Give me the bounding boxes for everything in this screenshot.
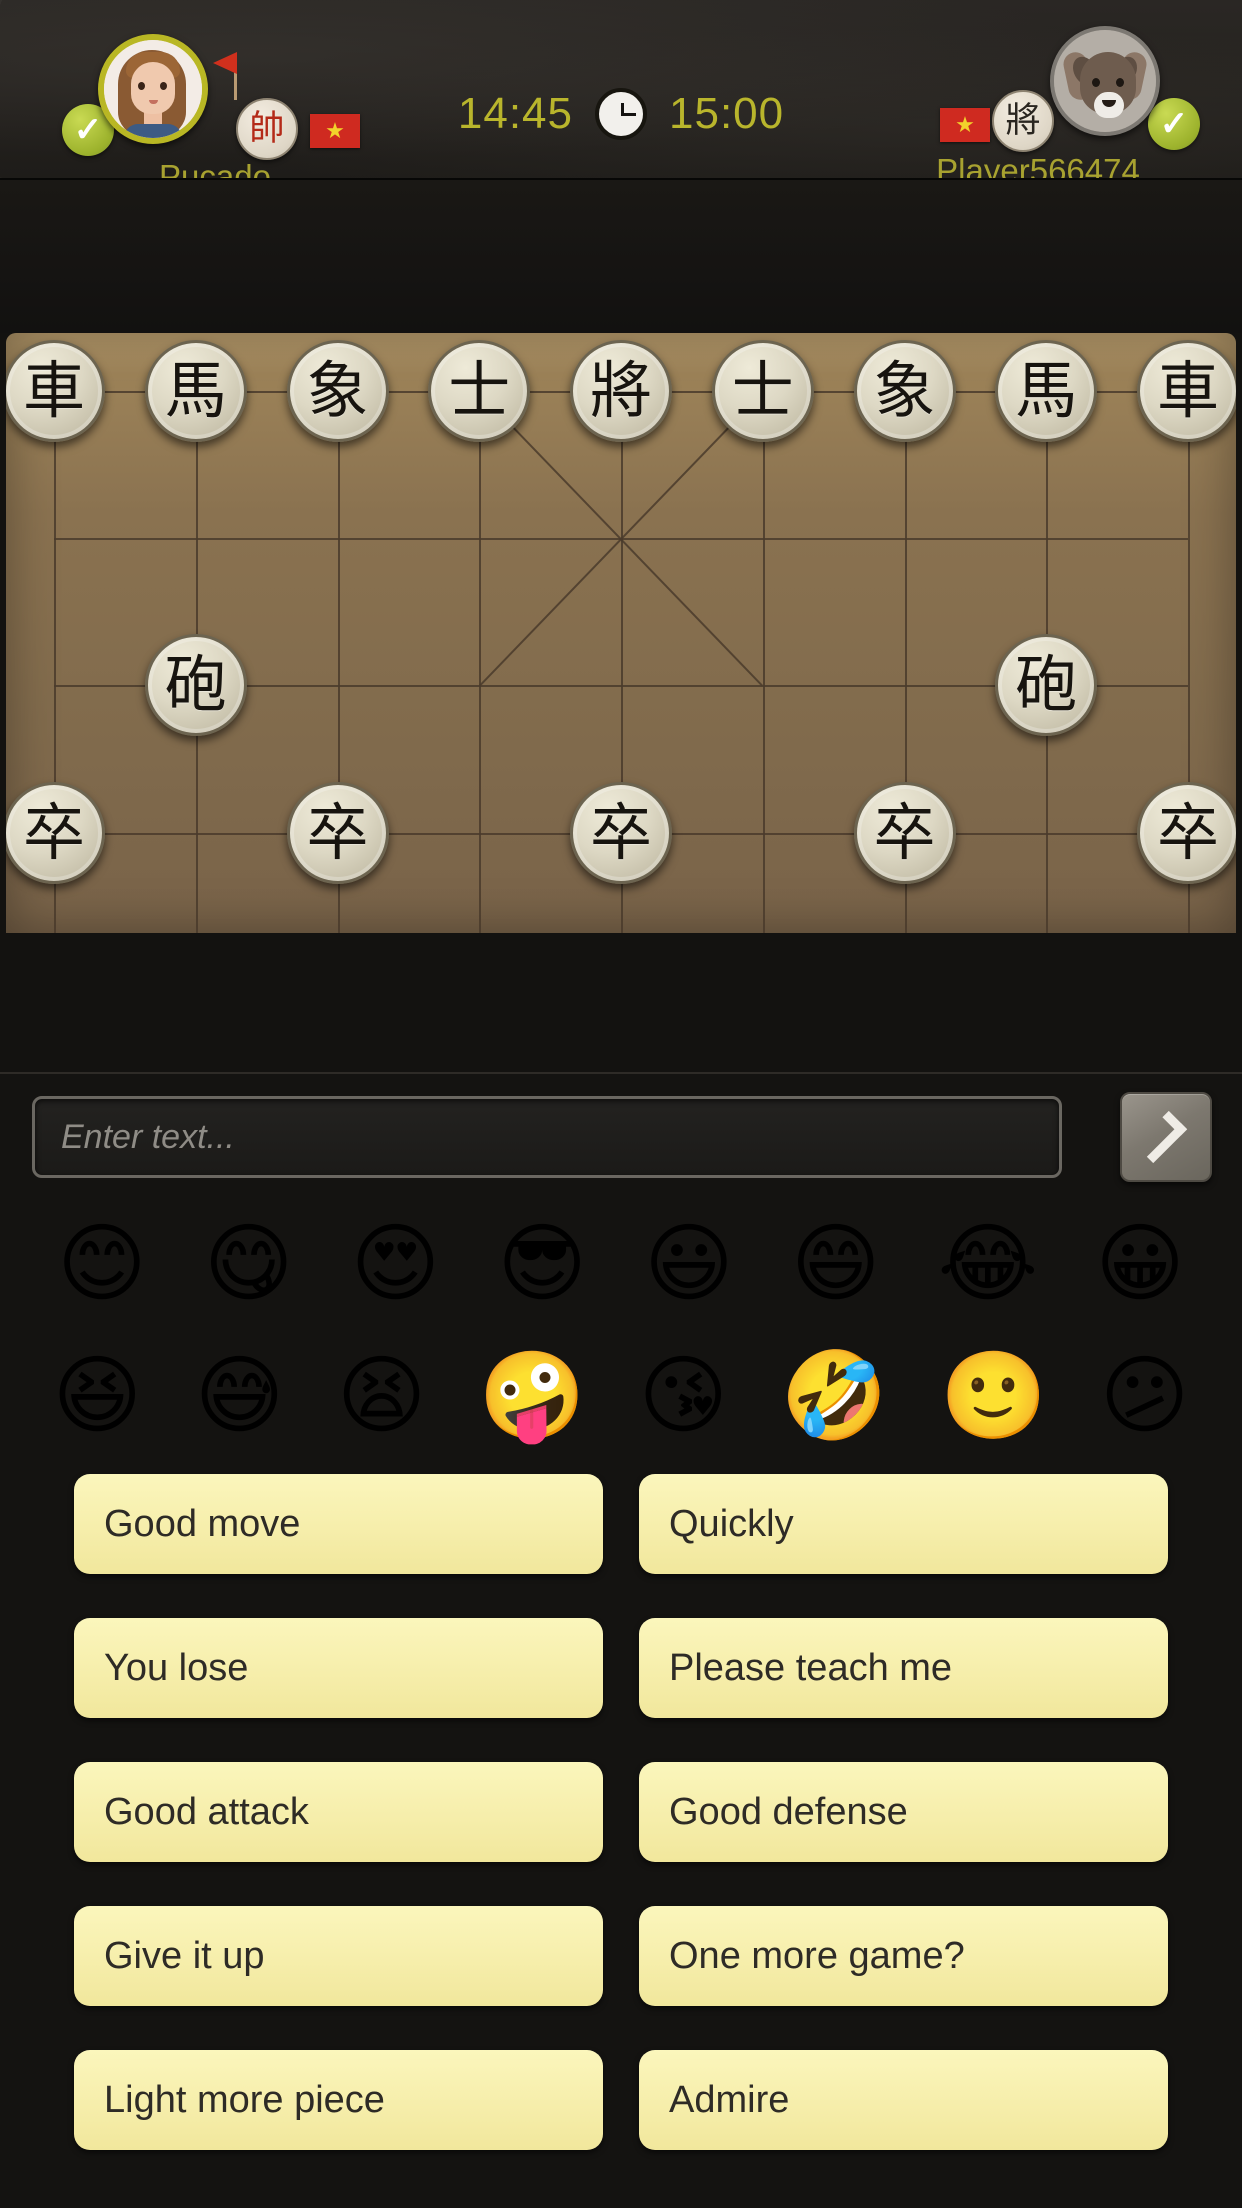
kissing-heart-emoji[interactable]: 😘 — [638, 1353, 728, 1439]
quick-phrase-button[interactable]: Good attack — [74, 1762, 603, 1862]
weary-emoji[interactable]: 😫 — [337, 1353, 427, 1439]
blush-emoji[interactable]: 😊 — [57, 1221, 147, 1307]
laughing-emoji[interactable]: 😆 — [52, 1353, 142, 1439]
quick-phrase-button[interactable]: Light more piece — [74, 2050, 603, 2150]
player-right-panel[interactable]: ✓ 將 ★ Player566474 — [862, 20, 1202, 178]
player-right-avatar[interactable] — [1050, 26, 1160, 136]
player-right-name: Player566474 — [936, 152, 1140, 180]
player-right-piece-badge: 將 — [992, 90, 1054, 152]
quick-phrase-button[interactable]: One more game? — [639, 1906, 1168, 2006]
chat-input-row: Enter text... — [0, 1092, 1242, 1196]
confused-emoji[interactable]: 😕 — [1100, 1353, 1190, 1439]
quick-phrase-button[interactable]: Please teach me — [639, 1618, 1168, 1718]
chevron-right-icon — [1134, 1110, 1188, 1164]
quick-phrase-button[interactable]: Quickly — [639, 1474, 1168, 1574]
zany-face-emoji[interactable]: 🤪 — [479, 1353, 586, 1439]
slight-smile-emoji[interactable]: 🙂 — [940, 1353, 1047, 1439]
sweat-smile-emoji[interactable]: 😅 — [195, 1353, 285, 1439]
quick-phrase-grid: Good move Quickly You lose Please teach me G… — [0, 1474, 1242, 2174]
chat-input-placeholder: Enter text... — [61, 1117, 235, 1156]
chat-input[interactable]: Enter text... — [32, 1096, 1062, 1178]
clock-right-time: 15:00 — [669, 89, 785, 138]
send-button[interactable] — [1120, 1092, 1212, 1182]
quick-phrase-button[interactable]: Good defense — [639, 1762, 1168, 1862]
emoji-row-1: 😊 😋 😍 😎 😃 😄 😂 😀 — [0, 1204, 1242, 1324]
joy-emoji[interactable]: 😂 — [938, 1221, 1039, 1307]
quick-phrase-button[interactable]: Admire — [639, 2050, 1168, 2150]
smile-emoji[interactable]: 😄 — [791, 1221, 881, 1307]
emoji-row-2: 😆 😅 😫 🤪 😘 🤣 🙂 😕 — [0, 1336, 1242, 1456]
top-status-bar: ✓ 帥 ★ Pucado 14:45 15:00 ✓ 將 ★ Player566… — [0, 0, 1242, 180]
chat-panel: Enter text... 😊 😋 😍 😎 😃 😄 😂 😀 😆 😅 😫 🤪 😘 🤣 🙂 😕 Good mov… — [0, 1072, 1242, 2208]
quick-phrase-button[interactable]: You lose — [74, 1618, 603, 1718]
quick-phrase-button[interactable]: Good move — [74, 1474, 603, 1574]
sunglasses-emoji[interactable]: 😎 — [497, 1221, 587, 1307]
clock-left-time: 14:45 — [457, 89, 573, 138]
smiley-emoji[interactable]: 😃 — [644, 1221, 734, 1307]
player-right-country-flag: ★ — [940, 108, 990, 142]
grinning-emoji[interactable]: 😀 — [1095, 1221, 1185, 1307]
clock-icon — [595, 88, 647, 140]
rofl-emoji[interactable]: 🤣 — [781, 1353, 888, 1439]
player-left-name: Pucado — [159, 158, 271, 180]
xiangqi-game-screen: ✓ 帥 ★ Pucado 14:45 15:00 ✓ 將 ★ Player566… — [0, 0, 1242, 2208]
flag-star-icon: ★ — [955, 112, 975, 137]
yum-emoji[interactable]: 😋 — [204, 1221, 294, 1307]
quick-phrase-button[interactable]: Give it up — [74, 1906, 603, 2006]
heart-eyes-emoji[interactable]: 😍 — [351, 1221, 441, 1307]
